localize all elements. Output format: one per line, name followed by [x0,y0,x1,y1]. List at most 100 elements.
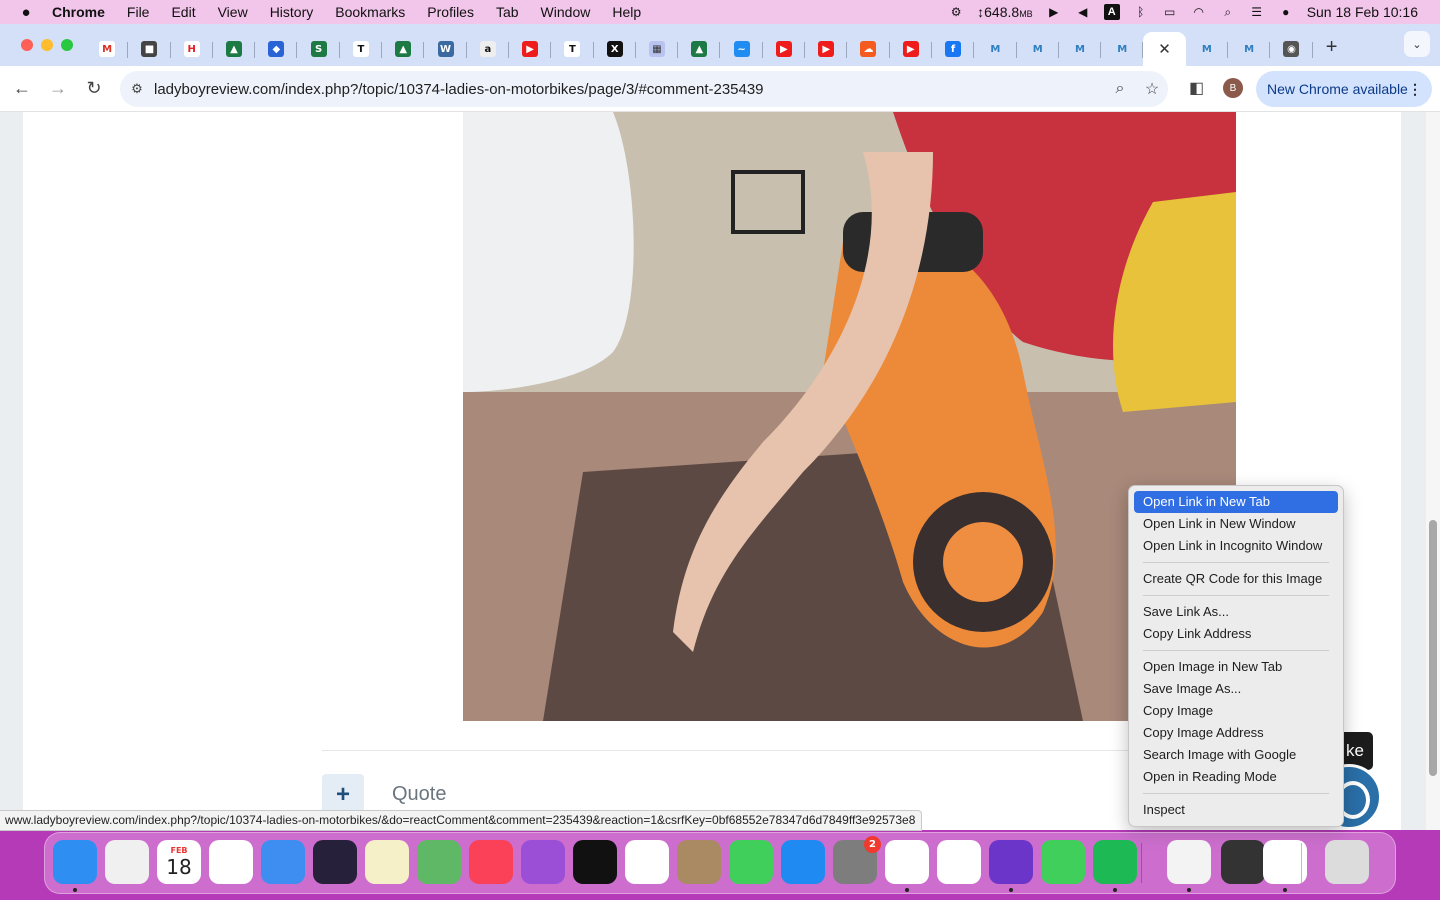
menu-search-image-google[interactable]: Search Image with Google [1134,744,1338,766]
url-text[interactable]: ladyboyreview.com/index.php?/topic/10374… [154,81,1104,98]
browser-tab[interactable]: M [1017,32,1060,66]
menu-copy-image[interactable]: Copy Image [1134,700,1338,722]
browser-tab[interactable]: H [171,32,214,66]
browser-tab[interactable]: T [551,32,594,66]
dock-photos-icon[interactable] [625,840,669,884]
menu-app-name[interactable]: Chrome [52,4,116,20]
menu-window[interactable]: Window [530,4,602,20]
dock-apple-tv-icon[interactable] [573,840,617,884]
menu-open-link-new-tab[interactable]: Open Link in New Tab [1134,491,1338,513]
browser-tab[interactable]: f [932,32,975,66]
menu-save-link-as[interactable]: Save Link As... [1134,601,1338,623]
menu-copy-image-address[interactable]: Copy Image Address [1134,722,1338,744]
browser-tab[interactable]: ◆ [255,32,298,66]
activity-icon[interactable]: ⚙ [948,5,964,19]
forward-icon[interactable]: → [40,78,76,99]
browser-tab[interactable]: ▶ [890,32,933,66]
menu-file[interactable]: File [116,4,161,20]
dock-textedit-icon[interactable] [1167,840,1211,892]
browser-tab[interactable]: M [974,32,1017,66]
dock-siri-icon[interactable] [313,840,357,884]
dock-app-store-icon[interactable] [781,840,825,884]
menu-view[interactable]: View [207,4,259,20]
browser-tab[interactable]: ▲ [382,32,425,66]
dock-contacts-icon[interactable] [677,840,721,884]
maximize-window-button[interactable] [61,39,73,51]
dock-screenshot-icon[interactable] [1221,840,1265,884]
dock-launchpad-icon[interactable] [105,840,149,884]
dock-system-settings-icon[interactable]: 2 [833,836,881,884]
browser-tab[interactable]: S [297,32,341,66]
bookmark-star-icon[interactable]: ☆ [1136,79,1168,99]
menu-save-image-as[interactable]: Save Image As... [1134,678,1338,700]
menu-copy-link-address[interactable]: Copy Link Address [1134,623,1338,645]
dock-trash-icon[interactable] [1325,840,1369,884]
chrome-menu-icon[interactable]: ⋮ [1408,81,1422,98]
menu-tab[interactable]: Tab [485,4,530,20]
profile-avatar[interactable]: B [1223,78,1243,98]
browser-tab[interactable]: ▲ [213,32,256,66]
menu-open-link-new-window[interactable]: Open Link in New Window [1134,513,1338,535]
menu-bookmarks[interactable]: Bookmarks [324,4,416,20]
tab-search-icon[interactable]: ⌄ [1404,31,1430,57]
dock-calendar-icon[interactable]: FEB 18 [157,840,201,884]
apple-menu-icon[interactable]: ● [0,4,52,21]
minimize-window-button[interactable] [41,39,53,51]
control-center-icon[interactable]: ☰ [1249,5,1265,19]
dock-finder-icon[interactable] [53,840,97,892]
spotlight-search-icon[interactable]: ⌕ [1220,5,1236,19]
dock-podcasts-icon[interactable] [521,840,565,884]
browser-tab[interactable]: ▦ [636,32,679,66]
menu-create-qr-code[interactable]: Create QR Code for this Image [1134,568,1338,590]
dock-maps-icon[interactable] [417,840,461,884]
browser-tab[interactable]: ◉ [1270,32,1313,66]
battery-icon[interactable]: ▭ [1162,5,1178,19]
menu-open-reading-mode[interactable]: Open in Reading Mode [1134,766,1338,788]
bluetooth-icon[interactable]: ᛒ [1133,5,1149,19]
browser-tab[interactable]: ▲ [678,32,721,66]
dock-music-icon[interactable] [469,840,513,884]
siri-icon[interactable]: ● [1278,5,1294,19]
post-image-link[interactable] [463,112,1236,721]
menu-inspect[interactable]: Inspect [1134,799,1338,821]
menu-profiles[interactable]: Profiles [416,4,485,20]
browser-tab[interactable]: M [1059,32,1102,66]
browser-tab[interactable]: ▶ [509,32,552,66]
browser-tab[interactable]: ▶ [805,32,848,66]
dock-chrome-icon[interactable] [885,840,929,892]
dock-messages-icon[interactable] [729,840,773,884]
quote-button[interactable]: Quote [392,783,446,806]
scrollbar-thumb[interactable] [1429,520,1437,776]
dock-mail-icon[interactable] [261,840,305,884]
browser-tab[interactable]: M [1228,32,1271,66]
reload-icon[interactable]: ↻ [76,78,112,99]
dock-firefox-icon[interactable] [989,840,1033,892]
active-tab[interactable]: ✕ [1143,32,1186,66]
menu-help[interactable]: Help [601,4,652,20]
page-scrollbar[interactable] [1426,112,1440,830]
menu-open-link-incognito[interactable]: Open Link in Incognito Window [1134,535,1338,557]
browser-tab[interactable]: ■ [128,32,171,66]
new-tab-button[interactable]: + [1313,36,1351,59]
dock-opera-icon[interactable] [209,840,253,884]
menu-history[interactable]: History [259,4,325,20]
volume-icon[interactable]: ◀ [1075,5,1091,19]
site-info-icon[interactable]: ⚙ [120,81,154,97]
wifi-icon[interactable]: ◠ [1191,5,1207,19]
close-tab-icon[interactable]: ✕ [1158,40,1171,58]
browser-tab[interactable]: W [424,32,467,66]
side-panel-icon[interactable]: ◧ [1189,78,1204,98]
browser-tab[interactable]: a [467,32,510,66]
close-window-button[interactable] [21,39,33,51]
browser-tab[interactable]: X [594,32,637,66]
address-bar[interactable]: ⚙ ladyboyreview.com/index.php?/topic/103… [120,71,1168,107]
dock-spotify-icon[interactable] [1093,840,1137,892]
browser-tab[interactable]: M [1186,32,1229,66]
memory-readout[interactable]: ↕648.8MB [977,4,1033,20]
browser-tab[interactable]: ▶ [763,32,806,66]
zoom-icon[interactable]: ⌕ [1104,80,1136,98]
menu-edit[interactable]: Edit [160,4,206,20]
dock-facetime-icon[interactable] [1041,840,1085,884]
menu-open-image-new-tab[interactable]: Open Image in New Tab [1134,656,1338,678]
input-source-icon[interactable]: A [1103,4,1120,20]
